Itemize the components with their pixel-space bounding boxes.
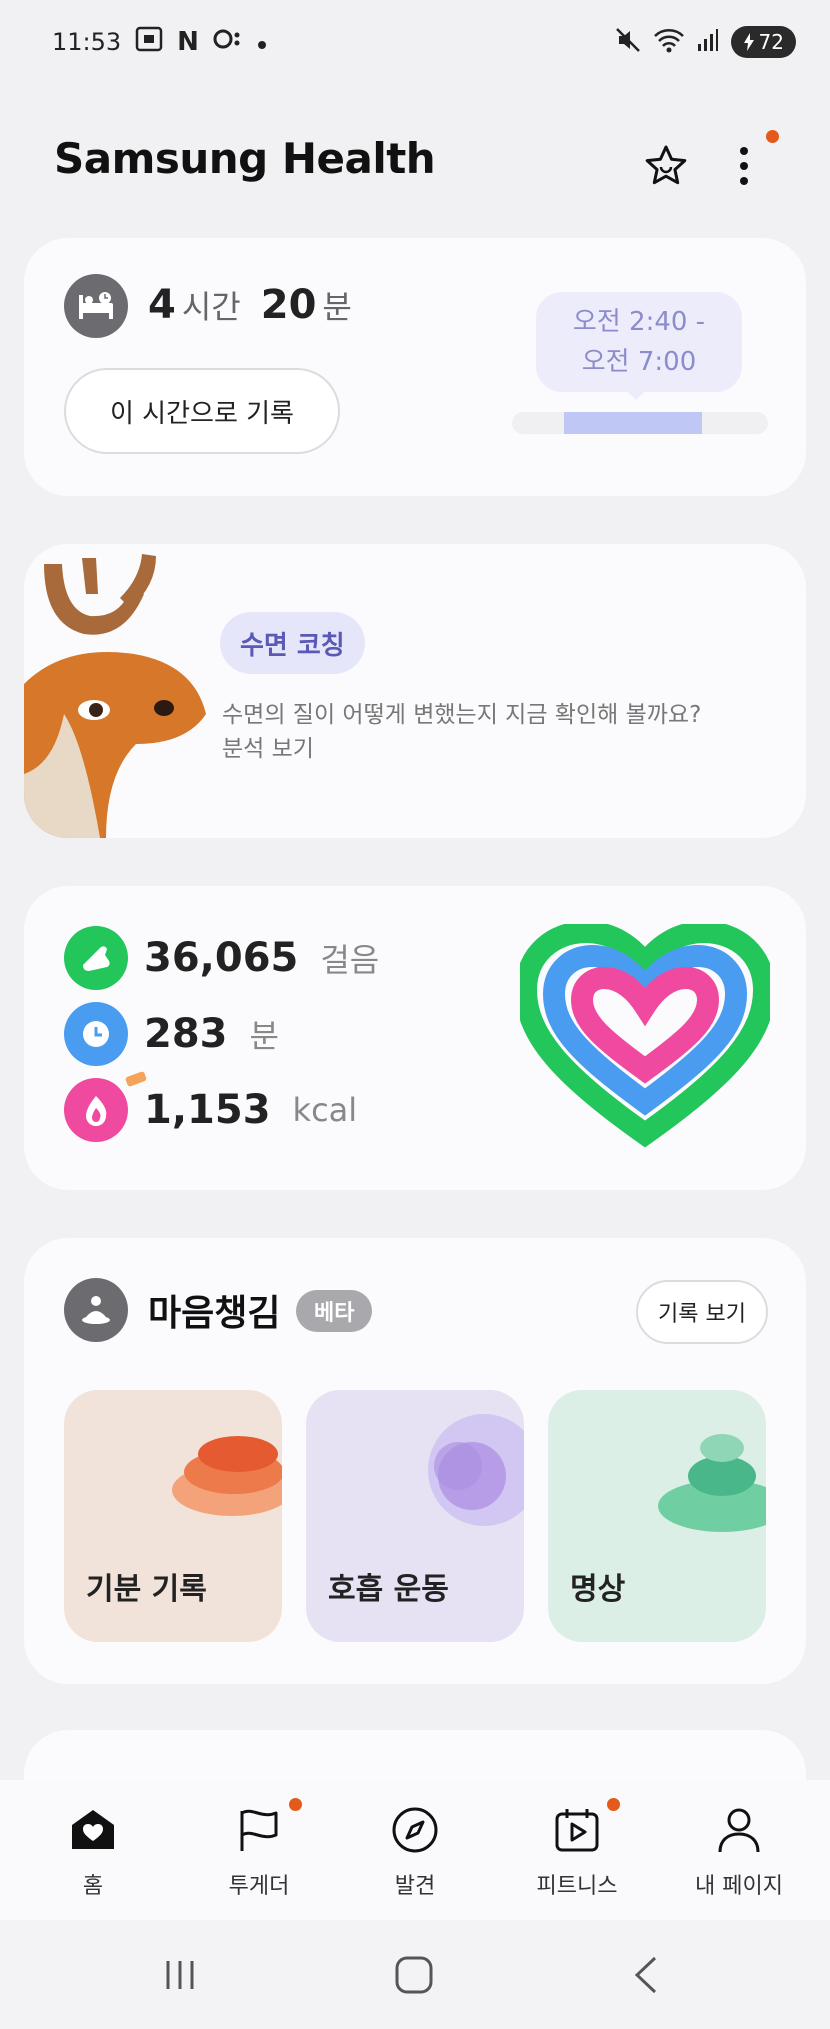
home-system-button[interactable] — [384, 1950, 444, 2000]
more-options-button[interactable] — [724, 130, 779, 196]
back-chevron-icon — [634, 1956, 657, 1994]
video-calendar-icon — [549, 1798, 620, 1858]
sleep-coaching-chip: 수면 코칭 — [220, 612, 365, 674]
battery-icon: 72 — [730, 26, 796, 58]
mute-icon — [615, 27, 641, 57]
sleep-hours: 4 — [148, 282, 176, 328]
nav-discover[interactable]: 발견 — [332, 1802, 498, 1900]
view-analysis-link[interactable]: 분석 보기 — [222, 732, 701, 766]
recent-apps-icon — [166, 1961, 194, 1989]
recent-apps-button[interactable] — [150, 1950, 210, 2000]
nav-home[interactable]: 홈 — [10, 1802, 176, 1900]
calories-unit: kcal — [292, 1091, 358, 1129]
wifi-icon — [653, 27, 685, 57]
star-icon — [645, 145, 687, 185]
mindfulness-title: 마음챙김 — [148, 1293, 281, 1334]
deer-illustration — [24, 554, 206, 838]
clock-icon — [64, 1002, 128, 1066]
meditation-tile[interactable]: 명상 — [548, 1390, 766, 1642]
calories-progress-tick — [124, 1070, 148, 1088]
sleep-minutes: 20 — [260, 282, 317, 328]
beta-badge: 베타 — [296, 1290, 373, 1332]
nav-fitness[interactable]: 피트니스 — [494, 1798, 660, 1900]
system-navigation-bar — [0, 1920, 830, 2029]
clock: 11:53 — [52, 28, 122, 56]
calories-value: 1,153 — [144, 1087, 271, 1133]
meditation-label: 명상 — [570, 1572, 626, 1607]
steps-value: 36,065 — [144, 935, 299, 981]
nav-my-page[interactable]: 내 페이지 — [656, 1802, 822, 1900]
shoe-icon — [64, 926, 128, 990]
coaching-message: 수면의 질이 어떻게 변했는지 지금 확인해 볼까요? 분석 보기 — [222, 698, 701, 766]
stacked-stones-illustration — [658, 1434, 766, 1532]
bottom-navigation: 홈 투게더 발견 피트니스 내 페이지 — [0, 1780, 830, 1920]
sleep-hours-unit: 시간 — [181, 288, 241, 326]
fitness-notification-dot — [607, 1798, 620, 1811]
active-minutes-row: 283 분 — [64, 1002, 279, 1066]
app-bar: Samsung Health — [0, 120, 830, 210]
activity-card[interactable]: 36,065 걸음 283 분 1,153 kcal — [24, 886, 806, 1190]
dot-icon — [257, 28, 267, 56]
mood-record-tile[interactable]: 기분 기록 — [64, 1390, 282, 1642]
n-icon: N — [177, 27, 199, 57]
breathing-circles-illustration — [428, 1414, 524, 1526]
flame-icon — [64, 1070, 148, 1142]
nav-together-label: 투게더 — [228, 1874, 290, 1899]
steps-row: 36,065 걸음 — [64, 926, 379, 990]
flag-icon — [231, 1798, 302, 1858]
back-button[interactable] — [616, 1950, 676, 2000]
status-bar: 11:53 N 72 — [0, 0, 830, 90]
home-icon — [65, 1802, 121, 1858]
screenshot-icon — [135, 26, 163, 58]
mindfulness-card: 마음챙김 베타 기록 보기 기분 기록 호흡 운동 명상 — [24, 1238, 806, 1684]
person-icon — [711, 1802, 767, 1858]
compass-icon — [387, 1802, 443, 1858]
app-title: Samsung Health — [54, 134, 436, 183]
sleep-timeline-fill — [564, 412, 702, 434]
bubble-tail — [624, 388, 648, 400]
sleep-end-time: 오전 7:00 — [581, 347, 697, 377]
view-history-button[interactable]: 기록 보기 — [636, 1280, 768, 1344]
sleep-start-time: 오전 2:40 - — [572, 307, 706, 337]
sleep-card[interactable]: 4 시간 20 분 이 시간으로 기록 오전 2:40 - 오전 7:00 — [24, 238, 806, 496]
together-notification-dot — [289, 1798, 302, 1811]
sleep-time-range-bubble: 오전 2:40 - 오전 7:00 — [536, 292, 742, 392]
sleep-duration: 4 시간 20 분 — [148, 282, 352, 328]
active-minutes-value: 283 — [144, 1011, 228, 1057]
coaching-line1: 수면의 질이 어떻게 변했는지 지금 확인해 볼까요? — [222, 702, 702, 728]
nav-together[interactable]: 투게더 — [176, 1798, 342, 1900]
mood-blob-illustration — [172, 1436, 282, 1516]
battery-level: 72 — [758, 30, 784, 54]
bed-icon — [64, 274, 128, 338]
breathing-exercise-tile[interactable]: 호흡 운동 — [306, 1390, 524, 1642]
signal-icon — [697, 28, 719, 56]
calories-row: 1,153 kcal — [64, 1070, 358, 1142]
sleep-minutes-unit: 분 — [322, 288, 352, 326]
record-sleep-button[interactable]: 이 시간으로 기록 — [64, 368, 340, 454]
chat-icon — [213, 28, 243, 56]
nav-home-label: 홈 — [82, 1874, 104, 1899]
favorites-button[interactable] — [636, 136, 696, 196]
sleep-coaching-card[interactable]: 수면 코칭 수면의 질이 어떻게 변했는지 지금 확인해 볼까요? 분석 보기 — [24, 544, 806, 838]
steps-unit: 걸음 — [320, 941, 380, 979]
mood-record-label: 기분 기록 — [86, 1572, 207, 1607]
activity-heart-rings — [520, 924, 770, 1148]
notification-dot — [766, 130, 779, 143]
nav-fitness-label: 피트니스 — [536, 1874, 618, 1899]
nav-my-page-label: 내 페이지 — [695, 1874, 783, 1899]
breathing-exercise-label: 호흡 운동 — [328, 1572, 449, 1607]
home-square-icon — [395, 1956, 433, 1994]
nav-discover-label: 발견 — [394, 1874, 436, 1899]
more-vertical-icon — [740, 147, 748, 185]
active-minutes-unit: 분 — [249, 1017, 279, 1055]
meditation-icon — [64, 1278, 128, 1342]
